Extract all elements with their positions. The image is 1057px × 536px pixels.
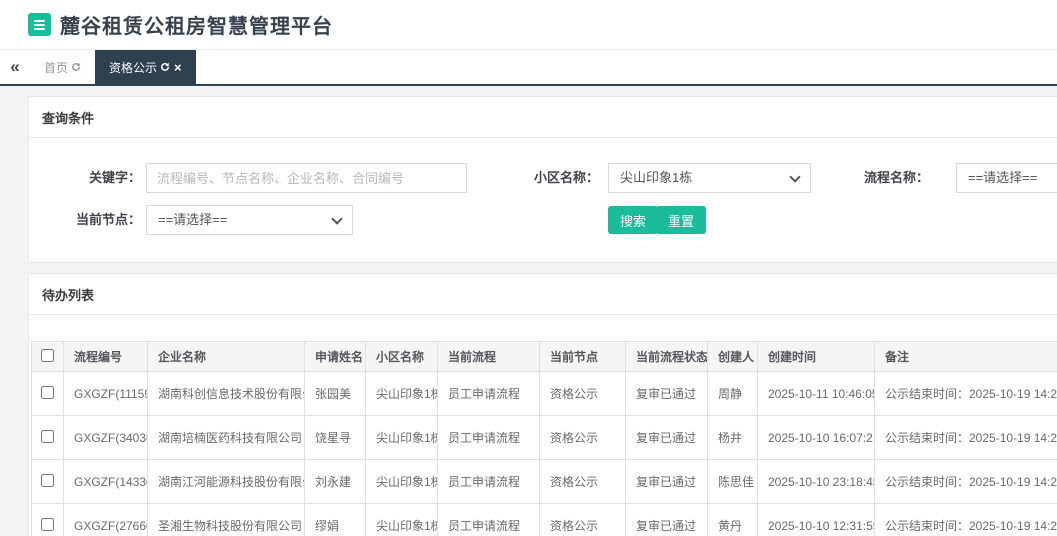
cell-process: 员工申请流程 bbox=[438, 416, 540, 460]
table-row: GXGZF(34030) 湖南培楠医药科技有限公司 饶星寻 尖山印象1栋 员工申… bbox=[32, 416, 1057, 460]
cell-remark: 公示结束时间：2025-10-19 14:25:02 bbox=[875, 504, 1057, 536]
cell-creator: 陈思佳 bbox=[708, 460, 758, 504]
table-header-row: 流程编号企业名称申请姓名小区名称当前流程当前节点当前流程状态创建人创建时间备注 bbox=[32, 342, 1057, 372]
cell-process-no: GXGZF(11159) bbox=[64, 372, 148, 416]
refresh-icon[interactable] bbox=[160, 62, 170, 72]
tab-home[interactable]: 首页 bbox=[30, 50, 95, 84]
cell-status: 复审已通过 bbox=[626, 460, 708, 504]
row-checkbox[interactable] bbox=[41, 386, 54, 399]
app-header: 麓谷租赁公租房智慧管理平台 bbox=[0, 0, 1057, 50]
todo-table-body: GXGZF(11159) 湖南科创信息技术股份有限公司 张园美 尖山印象1栋 员… bbox=[32, 372, 1057, 536]
cell-process-no: GXGZF(14330) bbox=[64, 460, 148, 504]
cell-created-at: 2025-10-10 23:18:45 bbox=[758, 460, 875, 504]
table-row: GXGZF(11159) 湖南科创信息技术股份有限公司 张园美 尖山印象1栋 员… bbox=[32, 372, 1057, 416]
cell-applicant: 缪娟 bbox=[305, 504, 366, 536]
cell-community: 尖山印象1栋 bbox=[366, 416, 438, 460]
search-button[interactable]: 搜索 bbox=[608, 206, 658, 234]
query-panel-title: 查询条件 bbox=[29, 97, 1057, 138]
community-label: 小区名称： bbox=[469, 163, 599, 193]
todo-table: 流程编号企业名称申请姓名小区名称当前流程当前节点当前流程状态创建人创建时间备注 … bbox=[31, 341, 1057, 536]
row-checkbox[interactable] bbox=[41, 518, 54, 531]
community-select[interactable]: 尖山印象1栋 bbox=[608, 163, 811, 193]
cell-applicant: 刘永建 bbox=[305, 460, 366, 504]
cell-process: 员工申请流程 bbox=[438, 504, 540, 536]
cell-community: 尖山印象1栋 bbox=[366, 460, 438, 504]
cell-remark: 公示结束时间：2025-10-19 14:26:51 bbox=[875, 460, 1057, 504]
cell-company: 湖南科创信息技术股份有限公司 bbox=[148, 372, 305, 416]
column-header: 当前流程 bbox=[438, 342, 540, 372]
column-header: 创建人 bbox=[708, 342, 758, 372]
select-all-cell bbox=[32, 342, 64, 372]
close-icon[interactable]: × bbox=[174, 61, 182, 74]
process-name-select[interactable]: ==请选择== bbox=[956, 163, 1057, 193]
collapse-tabs-icon[interactable]: « bbox=[0, 50, 30, 84]
column-header: 当前流程状态 bbox=[626, 342, 708, 372]
chevron-down-icon bbox=[331, 213, 342, 224]
tab-home-label: 首页 bbox=[44, 59, 68, 76]
cell-status: 复审已通过 bbox=[626, 372, 708, 416]
column-header: 当前节点 bbox=[540, 342, 626, 372]
column-header: 备注 bbox=[875, 342, 1057, 372]
cell-company: 湖南培楠医药科技有限公司 bbox=[148, 416, 305, 460]
current-node-select[interactable]: ==请选择== bbox=[146, 205, 353, 235]
menu-icon[interactable] bbox=[28, 13, 51, 36]
cell-creator: 周静 bbox=[708, 372, 758, 416]
cell-creator: 杨井 bbox=[708, 416, 758, 460]
column-header: 创建时间 bbox=[758, 342, 875, 372]
current-node-label: 当前节点： bbox=[29, 205, 141, 235]
refresh-icon[interactable] bbox=[71, 62, 81, 72]
todo-panel-title: 待办列表 bbox=[29, 274, 1057, 315]
page: { "app": { "title": "麓谷租赁公租房智慧管理平台" }, "… bbox=[0, 0, 1057, 536]
cell-created-at: 2025-10-10 16:07:21 bbox=[758, 416, 875, 460]
process-name-label: 流程名称： bbox=[789, 163, 929, 193]
cell-status: 复审已通过 bbox=[626, 504, 708, 536]
query-panel: 查询条件 关键字： 小区名称： 尖山印象1栋 流程名称： ==请选择== 当前节… bbox=[28, 96, 1057, 263]
tab-bar: « 首页 资格公示 × bbox=[0, 50, 1057, 86]
column-header: 流程编号 bbox=[64, 342, 148, 372]
column-header: 企业名称 bbox=[148, 342, 305, 372]
cell-remark: 公示结束时间：2025-10-19 14:27:12 bbox=[875, 416, 1057, 460]
cell-node: 资格公示 bbox=[540, 504, 626, 536]
cell-node: 资格公示 bbox=[540, 460, 626, 504]
content-area: 查询条件 关键字： 小区名称： 尖山印象1栋 流程名称： ==请选择== 当前节… bbox=[0, 86, 1057, 536]
cell-company: 湖南江河能源科技股份有限公司 bbox=[148, 460, 305, 504]
query-form: 关键字： 小区名称： 尖山印象1栋 流程名称： ==请选择== 当前节点： ==… bbox=[29, 138, 1057, 262]
tab-qualification-publicity[interactable]: 资格公示 × bbox=[95, 50, 196, 84]
cell-process: 员工申请流程 bbox=[438, 372, 540, 416]
cell-node: 资格公示 bbox=[540, 416, 626, 460]
row-checkbox[interactable] bbox=[41, 474, 54, 487]
select-all-checkbox[interactable] bbox=[41, 349, 54, 362]
cell-created-at: 2025-10-10 12:31:55 bbox=[758, 504, 875, 536]
cell-process-no: GXGZF(34030) bbox=[64, 416, 148, 460]
cell-company: 圣湘生物科技股份有限公司 bbox=[148, 504, 305, 536]
cell-applicant: 饶星寻 bbox=[305, 416, 366, 460]
reset-button[interactable]: 重置 bbox=[656, 206, 706, 234]
cell-node: 资格公示 bbox=[540, 372, 626, 416]
cell-status: 复审已通过 bbox=[626, 416, 708, 460]
table-row: GXGZF(27660) 圣湘生物科技股份有限公司 缪娟 尖山印象1栋 员工申请… bbox=[32, 504, 1057, 536]
todo-table-wrap: 流程编号企业名称申请姓名小区名称当前流程当前节点当前流程状态创建人创建时间备注 … bbox=[29, 315, 1057, 536]
table-row: GXGZF(14330) 湖南江河能源科技股份有限公司 刘永建 尖山印象1栋 员… bbox=[32, 460, 1057, 504]
column-header: 申请姓名 bbox=[305, 342, 366, 372]
cell-applicant: 张园美 bbox=[305, 372, 366, 416]
cell-creator: 黄丹 bbox=[708, 504, 758, 536]
tab-qualification-label: 资格公示 bbox=[109, 59, 157, 76]
row-checkbox[interactable] bbox=[41, 430, 54, 443]
cell-process: 员工申请流程 bbox=[438, 460, 540, 504]
cell-community: 尖山印象1栋 bbox=[366, 372, 438, 416]
cell-process-no: GXGZF(27660) bbox=[64, 504, 148, 536]
keyword-input[interactable] bbox=[146, 163, 467, 193]
keyword-label: 关键字： bbox=[29, 163, 141, 193]
app-title: 麓谷租赁公租房智慧管理平台 bbox=[60, 10, 333, 39]
cell-remark: 公示结束时间：2025-10-19 14:27:49 bbox=[875, 372, 1057, 416]
cell-created-at: 2025-10-11 10:46:05 bbox=[758, 372, 875, 416]
cell-community: 尖山印象1栋 bbox=[366, 504, 438, 536]
column-header: 小区名称 bbox=[366, 342, 438, 372]
todo-panel: 待办列表 流程编号企业名称申请姓名小区名称当前流程当前节点当前流程状态创建人创建… bbox=[28, 273, 1057, 536]
